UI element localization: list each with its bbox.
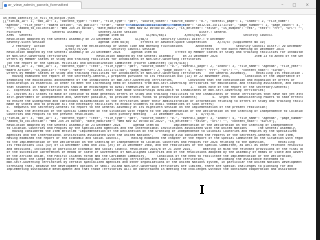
title-bar: ar_view_admin_panels_formatted – □ × [0, 0, 316, 9]
ibeam-cursor-icon [200, 185, 204, 194]
tab-title: ar_view_admin_panels_formatted [8, 3, 69, 7]
file-icon [4, 4, 7, 7]
toolbar [0, 9, 316, 15]
editor-window: ar_view_admin_panels_formatted – □ × un_… [0, 0, 316, 240]
window-controls[interactable]: – □ × [281, 1, 313, 8]
text-content[interactable]: un_ecma_identity_lt_full_tm_output.json[… [3, 17, 303, 187]
document-tab[interactable]: ar_view_admin_panels_formatted [2, 1, 82, 9]
scrollbar[interactable] [316, 0, 320, 240]
text-line: implementing sustainable development and… [3, 168, 297, 172]
